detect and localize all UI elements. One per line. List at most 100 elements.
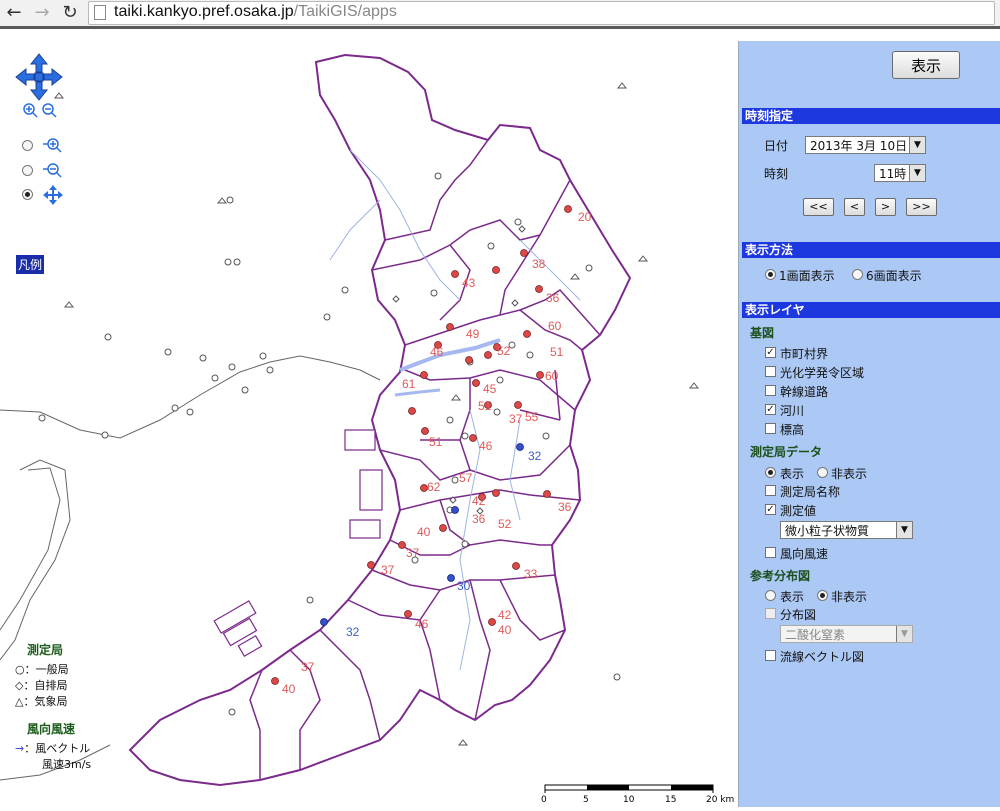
station-value-label: 37: [406, 546, 420, 560]
chevron-down-icon: ▼: [909, 165, 925, 181]
tool-pan-radio[interactable]: [22, 189, 33, 200]
station-value-label: 57: [459, 471, 473, 485]
layer-municipal-border-label: 市町村界: [780, 347, 829, 361]
prefecture-outline: [128, 53, 632, 787]
scale-label: 15: [665, 795, 676, 805]
pan-left-icon[interactable]: [15, 67, 35, 87]
station-value-label: 36: [546, 291, 560, 305]
layer-municipal-border-checkbox[interactable]: ✓: [765, 347, 776, 358]
station-value-label: 46: [415, 617, 429, 631]
distribution-map-checkbox[interactable]: [765, 608, 776, 619]
station-value-label: 52: [498, 517, 512, 531]
layer-rivers-checkbox[interactable]: ✓: [765, 404, 776, 415]
legend-button[interactable]: 凡例: [16, 255, 45, 274]
legend-weather-station: △：気象局: [15, 693, 67, 709]
address-bar[interactable]: taiki.kankyo.pref.osaka.jp/TaikiGIS/apps: [88, 1, 995, 25]
general-station-label: ：一般局: [24, 663, 69, 676]
single-view-radio[interactable]: [765, 269, 776, 280]
chevron-down-icon: ▼: [896, 626, 912, 642]
six-view-radio[interactable]: [852, 269, 863, 280]
station-value-label: 32: [528, 449, 542, 463]
prev-day-button[interactable]: <<: [803, 198, 834, 216]
tool-zoom-out-radio[interactable]: [22, 165, 33, 176]
zoom-in-icon[interactable]: [23, 103, 38, 118]
map-canvas[interactable]: 20384336604946 52 5161604551553751 46326257…: [0, 29, 738, 807]
station-hide-radio[interactable]: [817, 467, 828, 478]
base-map-heading: 基図: [750, 326, 775, 340]
pan-control[interactable]: [14, 52, 64, 102]
map-area[interactable]: 20 38 43 36 60 49 46 52 51 61 60 45 51 55 37 51 46 32 62 57…: [0, 29, 738, 807]
wind-checkbox[interactable]: [765, 547, 776, 558]
zoom-box-in-icon[interactable]: [42, 136, 64, 154]
layer-photochemical-checkbox[interactable]: [765, 366, 776, 377]
pan-down-icon[interactable]: [29, 81, 49, 101]
pollutant-select[interactable]: 微小粒子状物質 ▼: [780, 521, 913, 539]
pan-up-icon[interactable]: [29, 53, 49, 73]
wind-legend-title: 風向風速: [27, 722, 76, 736]
zoom-box-out-icon[interactable]: [42, 161, 64, 179]
station-name-checkbox[interactable]: [765, 485, 776, 496]
layer-elevation-checkbox[interactable]: [765, 423, 776, 434]
reference-map-heading: 参考分布図: [750, 569, 811, 583]
distribution-select[interactable]: 二酸化窒素 ▼: [780, 625, 913, 643]
wind-speed-label: 風速3m/s: [42, 758, 92, 771]
station-value-label: 40: [282, 682, 296, 696]
layer-section-header: 表示レイヤ: [742, 302, 1000, 318]
page-icon: [94, 5, 106, 20]
pan-tool-icon[interactable]: [42, 184, 64, 206]
reference-hide-label: 非表示: [831, 590, 868, 604]
station-value-label: 37: [301, 660, 315, 674]
prev-hour-button[interactable]: <: [844, 198, 865, 216]
station-value-label: 40: [417, 525, 431, 539]
time-section-header: 時刻指定: [742, 108, 1000, 124]
station-value-label: 52: [497, 344, 511, 358]
station-show-radio[interactable]: [765, 467, 776, 478]
next-day-button[interactable]: >>: [906, 198, 937, 216]
measured-value-checkbox[interactable]: ✓: [765, 504, 776, 515]
layer-roads-checkbox[interactable]: [765, 385, 776, 396]
station-legend-title: 測定局: [27, 643, 64, 657]
station-value-label: 42: [498, 608, 512, 622]
date-select[interactable]: 2013年 3月 10日 ▼: [805, 136, 926, 154]
streamline-label: 流線ベクトル図: [780, 650, 865, 664]
station-value-label: 62: [427, 480, 441, 494]
station-value-label: 51: [550, 345, 564, 359]
station-value-label: 60: [548, 319, 562, 333]
reference-hide-radio[interactable]: [817, 590, 828, 601]
zoom-out-icon[interactable]: [42, 103, 57, 118]
tool-zoom-in-radio[interactable]: [22, 140, 33, 151]
station-value-label: 43: [462, 276, 476, 290]
reload-icon[interactable]: ↻: [60, 3, 80, 23]
station-value-label: 20: [578, 210, 592, 224]
next-hour-button[interactable]: >: [875, 198, 896, 216]
wind-vector-label: ：風ベクトル: [24, 742, 91, 755]
station-value-label: 38: [532, 257, 546, 271]
pan-center-icon[interactable]: [34, 72, 44, 82]
show-button[interactable]: 表示: [892, 51, 960, 79]
station-value-label: 51: [478, 399, 492, 413]
roadside-station-label: ：自排局: [23, 679, 68, 692]
legend-general-station: ○：一般局: [15, 661, 69, 677]
pan-right-icon[interactable]: [43, 67, 63, 87]
arrow-left-icon[interactable]: ←: [4, 3, 24, 23]
station-value-label: 60: [545, 369, 559, 383]
station-value-label: 36: [558, 500, 572, 514]
arrow-right-icon[interactable]: →: [32, 3, 52, 23]
station-value-label: 46: [430, 345, 444, 359]
layer-rivers-label: 河川: [780, 404, 805, 418]
station-value-label: 49: [466, 327, 480, 341]
hour-select[interactable]: 11時 ▼: [874, 164, 926, 182]
station-value-label: 30: [457, 579, 471, 593]
station-value-label: 37: [381, 563, 395, 577]
pollutant-value: 微小粒子状物質: [785, 524, 870, 538]
streamline-checkbox[interactable]: [765, 650, 776, 661]
wind-vector-arrow-icon: →: [15, 742, 25, 755]
time-label: 時刻: [764, 167, 789, 181]
distribution-map-label: 分布図: [780, 608, 817, 622]
reference-show-radio[interactable]: [765, 590, 776, 601]
station-value-label: 61: [402, 377, 416, 391]
station-value-label: 32: [346, 625, 360, 639]
url-host: taiki.kankyo.pref.osaka.jp: [114, 3, 294, 20]
chevron-down-icon: ▼: [909, 137, 925, 153]
station-hide-label: 非表示: [831, 467, 868, 481]
